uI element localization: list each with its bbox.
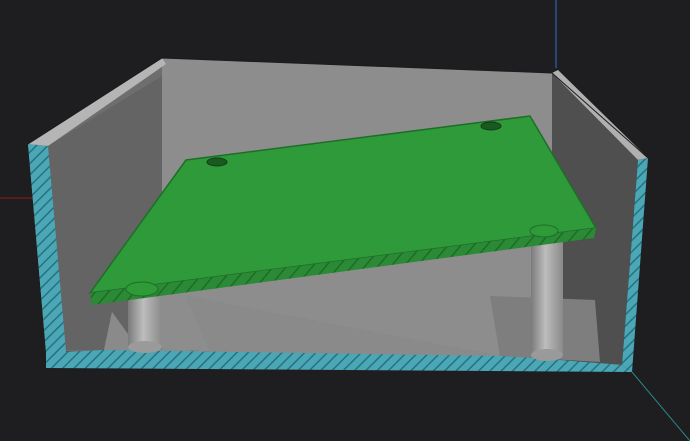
standoff-right-base <box>531 349 563 361</box>
cad-canvas[interactable] <box>0 0 690 441</box>
z-axis-line <box>631 371 690 441</box>
pcb-mounting-hole-left[interactable] <box>206 157 228 167</box>
pcb-mounting-hole-right[interactable] <box>480 121 502 131</box>
standoff-right-body <box>531 233 563 355</box>
standoff-left-cap <box>125 281 159 297</box>
standoff-right-cap <box>529 224 559 238</box>
3d-viewport[interactable] <box>0 0 690 441</box>
standoff-left-base <box>128 341 162 353</box>
